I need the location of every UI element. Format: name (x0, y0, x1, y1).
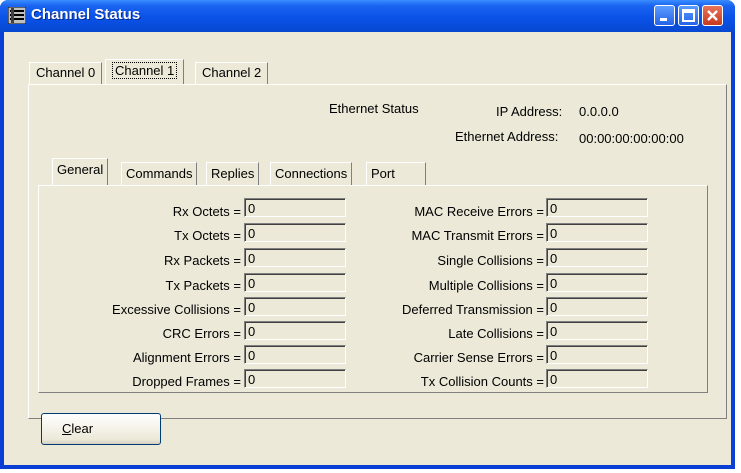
close-icon (707, 10, 718, 21)
rx-packets-label: Rx Packets = (164, 253, 241, 268)
tab-channel-0[interactable]: Channel 0 (29, 62, 103, 84)
carrier-sense-errors-field: 0 (546, 345, 648, 364)
alignment-errors-label: Alignment Errors = (132, 350, 241, 365)
maximize-button[interactable] (678, 5, 699, 26)
mac-receive-errors-field: 0 (546, 198, 648, 217)
single-collisions-label: Single Collisions = (437, 253, 544, 268)
minimize-button[interactable] (654, 5, 675, 26)
ethernet-address-label: Ethernet Address: (455, 129, 559, 144)
tab-channel-2[interactable]: Channel 2 (195, 62, 269, 84)
deferred-transmission-label: Deferred Transmission = (402, 302, 544, 317)
mac-transmit-errors-field: 0 (546, 223, 648, 242)
tab-channel-1[interactable]: Channel 1 (105, 59, 185, 84)
close-button[interactable] (702, 5, 723, 26)
ip-address-value: 0.0.0.0 (579, 104, 619, 119)
tx-packets-field: 0 (244, 273, 346, 292)
single-collisions-field: 0 (546, 248, 648, 267)
rx-packets-field: 0 (244, 248, 346, 267)
tab-label: Channel 2 (202, 65, 262, 80)
tx-collision-counts-label: Tx Collision Counts = (420, 374, 544, 389)
tx-octets-label: Tx Octets = (174, 228, 241, 243)
maximize-icon (682, 9, 695, 22)
clear-mnemonic: C (62, 421, 72, 436)
tab-label: General (57, 162, 104, 177)
crc-errors-field: 0 (244, 321, 346, 340)
ethernet-status-label: Ethernet Status (329, 101, 419, 116)
mac-receive-errors-label: MAC Receive Errors = (414, 204, 544, 219)
window-title: Channel Status (31, 6, 141, 23)
tab-connections[interactable]: Connections (270, 162, 353, 185)
app-icon (8, 7, 26, 24)
tx-octets-field: 0 (244, 223, 346, 242)
multiple-collisions-label: Multiple Collisions = (428, 278, 544, 293)
clear-label: lear (71, 421, 94, 436)
dropped-frames-field: 0 (244, 369, 346, 388)
tab-label: Port (371, 166, 395, 181)
crc-errors-label: CRC Errors = (162, 326, 241, 341)
title-bar[interactable]: Channel Status (0, 0, 735, 32)
ethernet-address-value: 00:00:00:00:00:00 (579, 131, 684, 146)
alignment-errors-field: 0 (244, 345, 346, 364)
tab-label: Commands (126, 166, 193, 181)
tx-collision-counts-field: 0 (546, 369, 648, 388)
excessive-collisions-label: Excessive Collisions = (112, 302, 241, 317)
multiple-collisions-field: 0 (546, 273, 648, 292)
mac-transmit-errors-label: MAC Transmit Errors = (411, 228, 544, 243)
ip-address-label: IP Address: (496, 104, 563, 119)
clear-button[interactable]: Clear (41, 413, 161, 445)
tab-label: Replies (211, 166, 255, 181)
carrier-sense-errors-label: Carrier Sense Errors = (413, 350, 544, 365)
minimize-icon (660, 18, 667, 21)
tab-label: Channel 1 (112, 62, 178, 79)
tab-port[interactable]: Port (366, 162, 426, 185)
late-collisions-label: Late Collisions = (448, 326, 544, 341)
tab-commands[interactable]: Commands (121, 162, 198, 185)
tab-general[interactable]: General (52, 158, 109, 185)
tab-label: Connections (275, 166, 348, 181)
late-collisions-field: 0 (546, 321, 648, 340)
dropped-frames-label: Dropped Frames = (132, 374, 241, 389)
tab-label: Channel 0 (36, 65, 96, 80)
rx-octets-field: 0 (244, 198, 346, 217)
tx-packets-label: Tx Packets = (165, 278, 242, 293)
tab-replies[interactable]: Replies (206, 162, 260, 185)
rx-octets-label: Rx Octets = (172, 204, 241, 219)
excessive-collisions-field: 0 (244, 297, 346, 316)
deferred-transmission-field: 0 (546, 297, 648, 316)
